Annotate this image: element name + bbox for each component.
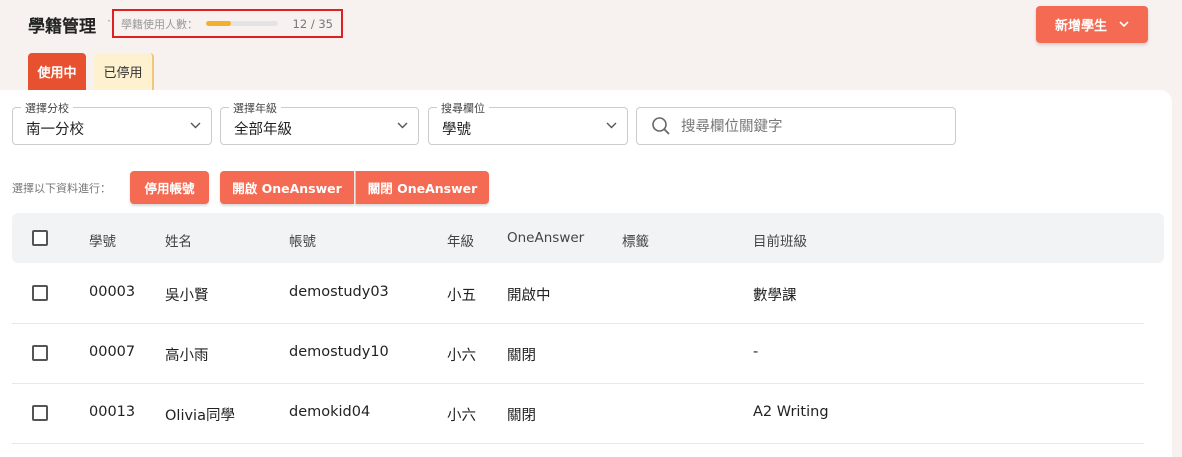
grade-select-value: 全部年級 bbox=[234, 122, 292, 138]
table-row[interactable]: 00003 吳小賢 demostudy03 小五 開啟中 數學課 bbox=[12, 264, 1144, 324]
title-separator: · bbox=[107, 14, 111, 28]
cell-name: 吳小賢 bbox=[165, 288, 209, 304]
chevron-down-icon bbox=[397, 119, 408, 132]
cell-oneanswer: 開啟中 bbox=[507, 288, 551, 304]
branch-select-value: 南一分校 bbox=[26, 122, 84, 138]
cell-class: - bbox=[753, 344, 759, 360]
search-box bbox=[636, 107, 956, 145]
disable-account-button[interactable]: 停用帳號 bbox=[130, 171, 209, 204]
cell-id: 00003 bbox=[89, 284, 136, 300]
search-icon bbox=[651, 116, 671, 140]
cell-oneanswer: 關閉 bbox=[507, 348, 536, 364]
add-student-label: 新增學生 bbox=[1054, 19, 1107, 34]
table-row[interactable]: 00007 高小雨 demostudy10 小六 關閉 - bbox=[12, 324, 1144, 384]
row-checkbox[interactable] bbox=[32, 405, 48, 421]
cell-grade: 小六 bbox=[447, 348, 476, 364]
branch-select[interactable]: 選擇分校 南一分校 bbox=[12, 100, 212, 145]
search-input[interactable] bbox=[681, 116, 941, 138]
tab-active[interactable]: 使用中 bbox=[28, 53, 86, 90]
cell-class: 數學課 bbox=[753, 288, 797, 304]
grade-select[interactable]: 選擇年級 全部年級 bbox=[220, 100, 419, 145]
usage-count: 12 / 35 bbox=[292, 16, 333, 31]
cell-id: 00013 bbox=[89, 404, 136, 420]
branch-select-label: 選擇分校 bbox=[21, 100, 73, 116]
chevron-down-icon bbox=[190, 119, 201, 132]
tab-disabled[interactable]: 已停用 bbox=[94, 53, 154, 90]
grade-select-label: 選擇年級 bbox=[229, 100, 281, 116]
chevron-down-icon bbox=[606, 119, 617, 132]
cell-name: 高小雨 bbox=[165, 348, 209, 364]
table-row[interactable]: 00013 Olivia同學 demokid04 小六 關閉 A2 Writin… bbox=[12, 384, 1144, 444]
column-header-grade[interactable]: 年級 bbox=[447, 230, 474, 250]
column-header-oneanswer[interactable]: OneAnswer bbox=[507, 230, 584, 246]
cell-id: 00007 bbox=[89, 344, 136, 360]
column-header-id[interactable]: 學號 bbox=[89, 230, 116, 250]
cell-account: demokid04 bbox=[289, 404, 371, 420]
cell-class: A2 Writing bbox=[753, 404, 829, 420]
column-header-class[interactable]: 目前班級 bbox=[753, 230, 807, 250]
add-student-button[interactable]: 新增學生 bbox=[1036, 6, 1148, 43]
cell-grade: 小五 bbox=[447, 288, 476, 304]
close-oneanswer-button[interactable]: 關閉 OneAnswer bbox=[355, 171, 489, 204]
usage-label: 學籍使用人數： bbox=[121, 17, 198, 31]
select-all-checkbox[interactable] bbox=[32, 230, 48, 246]
bulk-action-label: 選擇以下資料進行： bbox=[12, 182, 111, 195]
cell-grade: 小六 bbox=[447, 408, 476, 424]
chevron-down-icon bbox=[1119, 18, 1129, 31]
cell-account: demostudy10 bbox=[289, 344, 389, 360]
usage-indicator: 學籍使用人數： 12 / 35 bbox=[112, 9, 343, 38]
usage-progress-fill bbox=[206, 21, 231, 26]
search-field-select-label: 搜尋欄位 bbox=[437, 100, 489, 116]
column-header-account[interactable]: 帳號 bbox=[289, 230, 316, 250]
cell-name: Olivia同學 bbox=[165, 408, 235, 424]
usage-progress-bar bbox=[206, 21, 278, 26]
column-header-tags[interactable]: 標籤 bbox=[622, 230, 649, 250]
open-oneanswer-button[interactable]: 開啟 OneAnswer bbox=[220, 171, 354, 204]
search-field-select-value: 學號 bbox=[442, 122, 471, 138]
cell-account: demostudy03 bbox=[289, 284, 389, 300]
row-checkbox[interactable] bbox=[32, 285, 48, 301]
table-header: 學號 姓名 帳號 年級 OneAnswer 標籤 目前班級 bbox=[12, 213, 1164, 263]
column-header-name[interactable]: 姓名 bbox=[165, 230, 192, 250]
search-field-select[interactable]: 搜尋欄位 學號 bbox=[428, 100, 628, 145]
cell-oneanswer: 關閉 bbox=[507, 408, 536, 424]
row-checkbox[interactable] bbox=[32, 345, 48, 361]
page-title: 學籍管理 bbox=[28, 17, 96, 37]
